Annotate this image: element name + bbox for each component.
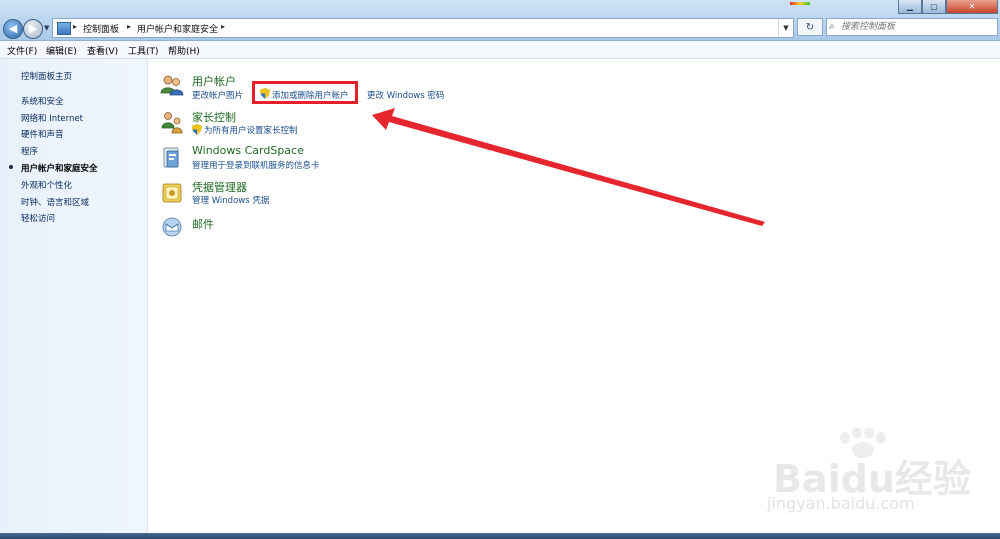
current-page-bullet-icon <box>9 165 13 169</box>
back-button[interactable]: ◀ <box>3 19 23 39</box>
user-accounts-icon[interactable] <box>160 73 184 97</box>
watermark-url: jingyan.baidu.com <box>767 494 915 513</box>
category-title-mail[interactable]: 邮件 <box>192 216 214 232</box>
taskbar <box>0 533 1000 539</box>
search-box[interactable]: ⌕ <box>826 18 998 36</box>
menu-file[interactable]: 文件(F) <box>7 44 37 57</box>
annotation-highlight-box <box>252 81 358 104</box>
menu-edit[interactable]: 编辑(E) <box>46 44 77 57</box>
uac-shield-icon <box>192 124 202 135</box>
breadcrumb-control-panel[interactable]: 控制面板 <box>83 22 119 35</box>
breadcrumb-separator[interactable]: ▸ <box>221 22 225 31</box>
parental-controls-icon[interactable] <box>160 110 184 134</box>
control-panel-icon <box>57 22 71 35</box>
forward-button[interactable]: ▶ <box>23 19 43 39</box>
menu-tools[interactable]: 工具(T) <box>128 44 159 57</box>
category-title-parental-controls[interactable]: 家长控制 <box>192 109 236 125</box>
minimize-icon: ▁ <box>906 2 914 11</box>
search-icon: ⌕ <box>829 21 835 32</box>
parental-controls-setup-link[interactable]: 为所有用户设置家长控制 <box>204 124 298 136</box>
sidebar-item-system-security[interactable]: 系统和安全 <box>21 95 64 107</box>
sidebar-item-user-accounts: 用户帐户和家庭安全 <box>21 164 98 174</box>
recent-pages-dropdown[interactable]: ▼ <box>44 24 49 32</box>
sidebar-item-appearance[interactable]: 外观和个性化 <box>21 179 72 191</box>
back-arrow-icon: ◀ <box>8 22 18 35</box>
category-title-cardspace[interactable]: Windows CardSpace <box>192 144 304 157</box>
sidebar-item-network-internet[interactable]: 网络和 Internet <box>21 112 83 124</box>
change-windows-password-link[interactable]: 更改 Windows 密码 <box>367 89 444 101</box>
sidebar-item-ease-of-access[interactable]: 轻松访问 <box>21 212 55 224</box>
title-bar: ◀ ▶ ▼ ▸ 控制面板 ▸ 用户帐户和家庭安全 ▸ ▼ ↻ ⌕ ▁ ▢ ✕ <box>0 0 1000 41</box>
minimize-button[interactable]: ▁ <box>898 0 922 14</box>
breadcrumb-separator[interactable]: ▸ <box>73 22 77 31</box>
close-button[interactable]: ✕ <box>946 0 998 14</box>
manage-windows-credentials-link[interactable]: 管理 Windows 凭据 <box>192 194 269 206</box>
sidebar-item-hardware-sound[interactable]: 硬件和声音 <box>21 128 64 140</box>
mail-icon[interactable] <box>160 215 184 239</box>
cardspace-icon[interactable] <box>160 146 184 170</box>
refresh-icon: ↻ <box>805 22 815 33</box>
maximize-icon: ▢ <box>930 2 938 11</box>
baidu-watermark: Baidu经验 jingyan.baidu.com <box>765 428 985 518</box>
refresh-button[interactable]: ↻ <box>797 18 823 36</box>
maximize-button[interactable]: ▢ <box>922 0 946 14</box>
activity-gauge <box>790 2 810 5</box>
menu-help[interactable]: 帮助(H) <box>168 44 200 57</box>
close-icon: ✕ <box>968 2 976 11</box>
credential-manager-icon[interactable] <box>160 181 184 205</box>
sidebar-item-clock-language-region[interactable]: 时钟、语言和区域 <box>21 196 89 208</box>
breadcrumb-separator[interactable]: ▸ <box>127 22 131 31</box>
change-account-picture-link[interactable]: 更改帐户图片 <box>192 89 243 101</box>
address-history-dropdown[interactable]: ▼ <box>778 19 793 37</box>
sidebar-item-programs[interactable]: 程序 <box>21 145 38 157</box>
menu-bar: 文件(F) 编辑(E) 查看(V) 工具(T) 帮助(H) <box>0 41 1000 59</box>
menu-view[interactable]: 查看(V) <box>87 44 118 57</box>
manage-info-cards-link[interactable]: 管理用于登录到联机服务的信息卡 <box>192 159 320 171</box>
forward-arrow-icon: ▶ <box>28 22 38 35</box>
address-bar[interactable]: ▸ 控制面板 ▸ 用户帐户和家庭安全 ▸ ▼ <box>52 18 794 38</box>
category-title-user-accounts[interactable]: 用户帐户 <box>192 73 236 89</box>
search-input[interactable] <box>841 20 991 34</box>
sidebar-item-control-panel-home[interactable]: 控制面板主页 <box>21 70 72 82</box>
breadcrumb-user-accounts-family-safety[interactable]: 用户帐户和家庭安全 <box>137 22 218 35</box>
category-title-credential-manager[interactable]: 凭据管理器 <box>192 179 247 195</box>
